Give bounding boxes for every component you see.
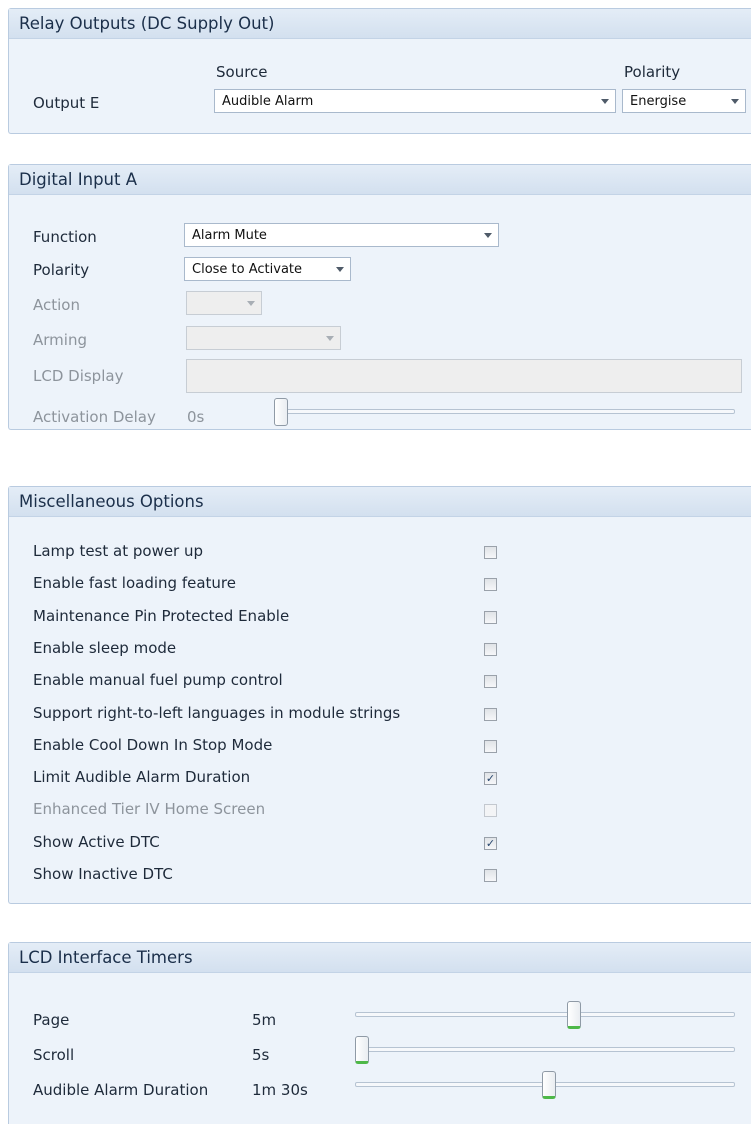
timer-slider-thumb-page[interactable] [567, 1001, 582, 1029]
arming-label: Arming [33, 331, 87, 349]
polarity-input-dropdown-value: Close to Activate [192, 262, 303, 277]
option-checkbox-enable-sleep-mode[interactable] [484, 642, 497, 656]
polarity-dropdown[interactable]: Energise [622, 89, 746, 113]
option-label-lamp-test-at-power-up: Lamp test at power up [33, 542, 204, 560]
activation-delay-label: Activation Delay [33, 408, 156, 426]
chevron-down-icon [731, 99, 739, 104]
option-checkbox-lamp-test-at-power-up[interactable] [484, 546, 497, 559]
function-label: Function [33, 228, 97, 246]
action-dropdown[interactable] [186, 291, 262, 315]
lcd-display-input[interactable] [186, 359, 742, 393]
lcd-display-label: LCD Display [33, 367, 124, 385]
polarity-label: Polarity [33, 261, 90, 279]
timer-label-scroll: Scroll [33, 1046, 75, 1064]
timer-value-page: 5m [252, 1011, 277, 1029]
option-label-support-right-to-left-languages-in-module-strings: Support right-to-left languages in modul… [33, 703, 401, 722]
option-label-show-inactive-dtc: Show Inactive DTC [33, 865, 173, 883]
timer-slider-thumb-scroll[interactable] [355, 1036, 369, 1064]
activation-delay-slider-thumb[interactable] [274, 398, 288, 426]
source-column-header: Source [216, 63, 268, 81]
lcd-timers-title: LCD Interface Timers [9, 943, 751, 973]
timer-label-audible-alarm-duration: Audible Alarm Duration [33, 1081, 209, 1099]
timer-value-audible-alarm-duration: 1m 30s [252, 1081, 308, 1099]
chevron-down-icon [326, 336, 334, 341]
polarity-column-header: Polarity [624, 63, 681, 81]
option-checkbox-show-inactive-dtc[interactable] [484, 869, 497, 882]
option-label-enable-sleep-mode: Enable sleep mode [33, 638, 177, 657]
timer-label-page: Page [33, 1011, 70, 1029]
timer-slider-thumb-audible-alarm-duration[interactable] [541, 1071, 556, 1099]
timer-value-scroll: 5s [252, 1046, 270, 1064]
option-checkbox-enable-manual-fuel-pump-control[interactable] [484, 675, 497, 689]
polarity-dropdown-value: Energise [630, 94, 687, 109]
option-checkbox-support-right-to-left-languages-in-module-strings[interactable] [484, 707, 497, 721]
option-label-enable-manual-fuel-pump-control: Enable manual fuel pump control [33, 671, 283, 690]
activation-delay-value: 0s [187, 408, 205, 426]
option-checkbox-enable-cool-down-in-stop-mode[interactable] [484, 739, 497, 753]
chevron-down-icon [247, 301, 255, 306]
timer-slider-track-page[interactable] [355, 1012, 735, 1017]
option-label-show-active-dtc: Show Active DTC [33, 832, 160, 851]
lcd-timers-panel: LCD Interface Timers Page 5m Scroll 5s Audib… [8, 942, 751, 1124]
arming-dropdown[interactable] [186, 326, 341, 350]
option-label-limit-audible-alarm-duration: Limit Audible Alarm Duration [33, 768, 251, 787]
option-checkbox-show-active-dtc[interactable]: ✓ [484, 836, 497, 850]
option-checkbox-enhanced-tier-iv-home-screen[interactable] [484, 804, 497, 818]
digital-input-panel: Digital Input A Function Alarm Mute Pola… [8, 164, 751, 430]
chevron-down-icon [484, 233, 492, 238]
option-checkbox-enable-fast-loading-feature[interactable] [484, 578, 497, 592]
chevron-down-icon [601, 99, 609, 104]
misc-options-title: Miscellaneous Options [9, 487, 751, 517]
option-checkbox-maintenance-pin-protected-enable[interactable] [484, 610, 497, 624]
digital-input-title: Digital Input A [9, 165, 751, 195]
function-dropdown[interactable]: Alarm Mute [184, 223, 499, 247]
option-label-enhanced-tier-iv-home-screen: Enhanced Tier IV Home Screen [33, 800, 266, 819]
function-dropdown-value: Alarm Mute [192, 228, 267, 243]
chevron-down-icon [336, 267, 344, 272]
output-e-label: Output E [33, 94, 100, 112]
timer-slider-track-scroll[interactable] [355, 1047, 735, 1052]
relay-outputs-title: Relay Outputs (DC Supply Out) [9, 9, 751, 39]
activation-delay-slider-track[interactable] [280, 409, 735, 414]
polarity-input-dropdown[interactable]: Close to Activate [184, 257, 351, 281]
checkmark-icon: ✓ [485, 772, 496, 786]
checkmark-icon: ✓ [485, 836, 496, 850]
relay-outputs-panel: Relay Outputs (DC Supply Out) Source Pol… [8, 8, 751, 134]
option-label-maintenance-pin-protected-enable: Maintenance Pin Protected Enable [33, 606, 290, 625]
action-label: Action [33, 296, 80, 314]
misc-options-panel: Miscellaneous Options Lamp test at power… [8, 486, 751, 904]
option-checkbox-limit-audible-alarm-duration[interactable]: ✓ [484, 772, 497, 786]
option-label-enable-fast-loading-feature: Enable fast loading feature [33, 574, 236, 593]
source-dropdown[interactable]: Audible Alarm [214, 89, 616, 113]
option-label-enable-cool-down-in-stop-mode: Enable Cool Down In Stop Mode [33, 735, 273, 754]
source-dropdown-value: Audible Alarm [222, 94, 314, 109]
